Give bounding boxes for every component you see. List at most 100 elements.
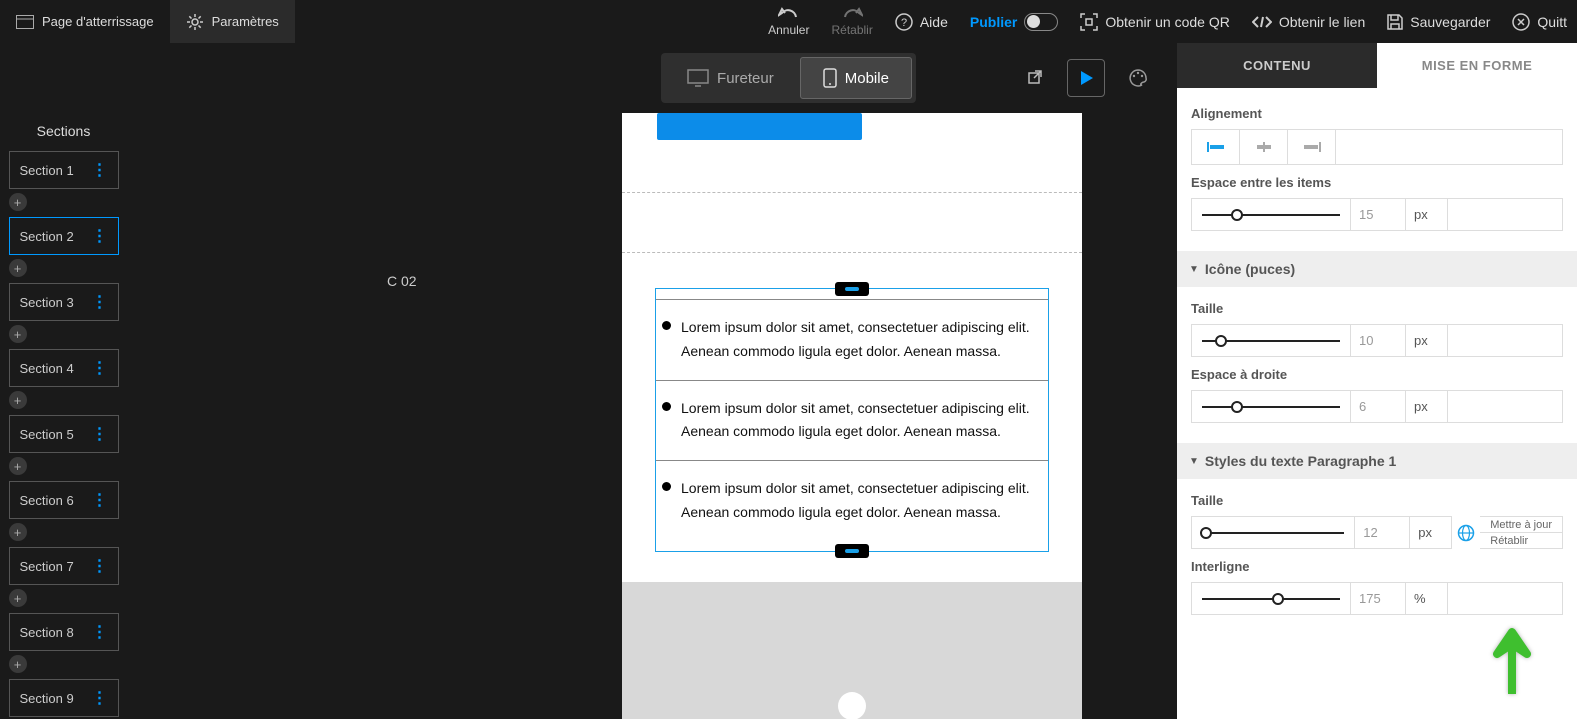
section-menu-icon[interactable]: ⋮ bbox=[92, 160, 108, 180]
sidebar-section-item[interactable]: Section 7 ⋮ bbox=[9, 547, 119, 585]
redo-icon bbox=[841, 7, 863, 19]
next-component[interactable] bbox=[622, 582, 1082, 719]
update-button[interactable]: Mettre à jour bbox=[1480, 517, 1562, 533]
add-section-button[interactable]: + bbox=[9, 655, 27, 673]
space-items-slider[interactable] bbox=[1191, 198, 1351, 231]
align-center-button[interactable] bbox=[1240, 130, 1288, 164]
resize-handle-top[interactable] bbox=[835, 282, 869, 296]
alignment-group bbox=[1191, 129, 1563, 165]
list-item-text: Lorem ipsum dolor sit amet, consectetuer… bbox=[681, 397, 1042, 445]
sidebar-section-item[interactable]: Section 1 ⋮ bbox=[9, 151, 119, 189]
bullet-icon bbox=[662, 321, 671, 330]
gear-icon bbox=[186, 13, 204, 31]
undo-icon bbox=[778, 7, 800, 19]
page-icon bbox=[16, 15, 34, 29]
sidebar-section-item[interactable]: Section 5⋮ bbox=[9, 415, 119, 453]
help-button[interactable]: ? Aide bbox=[895, 13, 948, 31]
space-items-value[interactable]: 15 bbox=[1351, 198, 1406, 231]
publish-button[interactable]: Publier bbox=[970, 13, 1058, 31]
theme-button[interactable] bbox=[1119, 59, 1157, 97]
space-items-unit: px bbox=[1406, 198, 1448, 231]
browser-view-button[interactable]: Fureteur bbox=[665, 57, 796, 99]
redo-button[interactable]: Rétablir bbox=[831, 7, 872, 37]
add-section-button[interactable]: + bbox=[9, 523, 27, 541]
sidebar-section-item[interactable]: Section 2 ⋮ bbox=[9, 217, 119, 255]
section-label: Section 7 bbox=[20, 559, 74, 574]
add-section-button[interactable]: + bbox=[9, 589, 27, 607]
section-menu-icon[interactable]: ⋮ bbox=[92, 226, 108, 246]
tab-settings[interactable]: Paramètres bbox=[170, 0, 295, 43]
publish-toggle[interactable] bbox=[1024, 13, 1058, 31]
list-item[interactable]: Lorem ipsum dolor sit amet, consectetuer… bbox=[656, 381, 1048, 462]
lineheight-slider[interactable] bbox=[1191, 582, 1351, 615]
align-left-button[interactable] bbox=[1192, 130, 1240, 164]
add-section-button[interactable]: + bbox=[9, 457, 27, 475]
add-section-button[interactable]: + bbox=[9, 325, 27, 343]
button-element[interactable] bbox=[657, 113, 862, 140]
section-label: Section 8 bbox=[20, 625, 74, 640]
section-label: Section 2 bbox=[20, 229, 74, 244]
align-right-button[interactable] bbox=[1288, 130, 1336, 164]
mobile-icon bbox=[823, 68, 837, 88]
alignment-label: Alignement bbox=[1191, 106, 1563, 121]
add-section-button[interactable]: + bbox=[9, 391, 27, 409]
reset-button[interactable]: Rétablir bbox=[1480, 533, 1562, 548]
desktop-icon bbox=[687, 69, 709, 87]
sidebar-section-item[interactable]: Section 3 ⋮ bbox=[9, 283, 119, 321]
text-styles-header[interactable]: Styles du texte Paragraphe 1 bbox=[1177, 443, 1577, 479]
section-label: Section 1 bbox=[20, 163, 74, 178]
space-right-label: Espace à droite bbox=[1191, 367, 1563, 382]
icon-section-label: Icône (puces) bbox=[1205, 261, 1295, 277]
bullet-icon bbox=[662, 482, 671, 491]
tab-landing[interactable]: Page d'atterrissage bbox=[0, 0, 170, 43]
tab-content[interactable]: CONTENU bbox=[1177, 43, 1377, 88]
section-label: Section 3 bbox=[20, 295, 74, 310]
sidebar-title: Sections bbox=[37, 113, 91, 151]
external-link-button[interactable] bbox=[1015, 59, 1053, 97]
undo-button[interactable]: Annuler bbox=[768, 7, 809, 37]
section-menu-icon[interactable]: ⋮ bbox=[92, 490, 108, 510]
icon-size-slider[interactable] bbox=[1191, 324, 1351, 357]
empty-slot bbox=[1448, 324, 1563, 357]
section-menu-icon[interactable]: ⋮ bbox=[92, 424, 108, 444]
prev-component[interactable] bbox=[622, 113, 1082, 193]
icon-size-value[interactable]: 10 bbox=[1351, 324, 1406, 357]
text-size-slider[interactable] bbox=[1191, 516, 1355, 549]
icon-section-header[interactable]: Icône (puces) bbox=[1177, 251, 1577, 287]
section-menu-icon[interactable]: ⋮ bbox=[92, 358, 108, 378]
mobile-view-button[interactable]: Mobile bbox=[800, 57, 912, 99]
space-right-slider[interactable] bbox=[1191, 390, 1351, 423]
section-menu-icon[interactable]: ⋮ bbox=[92, 688, 108, 708]
save-button[interactable]: Sauvegarder bbox=[1387, 14, 1490, 30]
globe-icon bbox=[1454, 516, 1478, 549]
qr-button[interactable]: Obtenir un code QR bbox=[1080, 13, 1230, 31]
mobile-frame: Lorem ipsum dolor sit amet, consectetuer… bbox=[622, 113, 1082, 719]
lineheight-label: Interligne bbox=[1191, 559, 1563, 574]
panel-tabs: CONTENU MISE EN FORME bbox=[1177, 43, 1577, 88]
tab-settings-label: Paramètres bbox=[212, 14, 279, 29]
link-button[interactable]: Obtenir le lien bbox=[1252, 14, 1365, 30]
code-icon bbox=[1252, 15, 1272, 29]
panel-body: Alignement Espace entre les items 15 px … bbox=[1177, 88, 1577, 719]
list-item[interactable]: Lorem ipsum dolor sit amet, consectetuer… bbox=[656, 299, 1048, 381]
section-menu-icon[interactable]: ⋮ bbox=[92, 622, 108, 642]
list-item[interactable]: Lorem ipsum dolor sit amet, consectetuer… bbox=[656, 461, 1048, 541]
sidebar-section-item[interactable]: Section 6⋮ bbox=[9, 481, 119, 519]
play-button[interactable] bbox=[1067, 59, 1105, 97]
sidebar-section-item[interactable]: Section 4⋮ bbox=[9, 349, 119, 387]
lineheight-value[interactable]: 175 bbox=[1351, 582, 1406, 615]
section-menu-icon[interactable]: ⋮ bbox=[92, 292, 108, 312]
tab-format[interactable]: MISE EN FORME bbox=[1377, 43, 1577, 88]
sidebar-section-item[interactable]: Section 9⋮ bbox=[9, 679, 119, 717]
resize-handle-bottom[interactable] bbox=[835, 544, 869, 558]
selected-list-component[interactable]: Lorem ipsum dolor sit amet, consectetuer… bbox=[655, 288, 1049, 552]
tab-landing-label: Page d'atterrissage bbox=[42, 14, 154, 29]
section-menu-icon[interactable]: ⋮ bbox=[92, 556, 108, 576]
quit-button[interactable]: Quitt bbox=[1512, 13, 1567, 31]
add-section-button[interactable]: + bbox=[9, 259, 27, 277]
text-size-value[interactable]: 12 bbox=[1355, 516, 1410, 549]
empty-slot bbox=[1448, 198, 1563, 231]
space-right-value[interactable]: 6 bbox=[1351, 390, 1406, 423]
add-section-button[interactable]: + bbox=[9, 193, 27, 211]
sidebar-section-item[interactable]: Section 8 ⋮ bbox=[9, 613, 119, 651]
